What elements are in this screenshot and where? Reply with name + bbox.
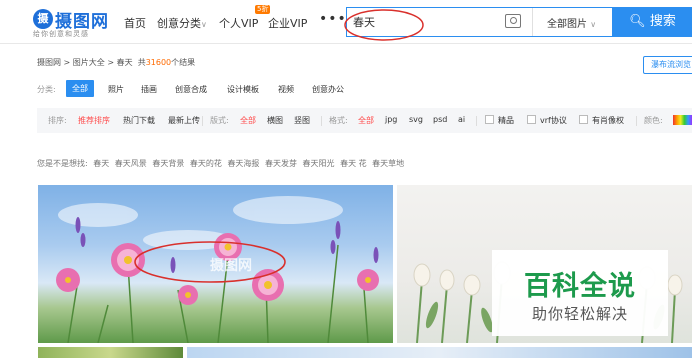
overlay-title: 百科全说 bbox=[524, 271, 636, 302]
result-prefix: 共 bbox=[137, 58, 146, 67]
breadcrumb-home[interactable]: 摄图网 bbox=[37, 58, 61, 67]
search-bar: 全部图片 ∨ 🔍︎ 搜索 bbox=[346, 7, 692, 37]
logo-slogan: 给你创意和灵感 bbox=[33, 30, 89, 38]
category-label: 分类: bbox=[37, 85, 56, 94]
category-template[interactable]: 设计模板 bbox=[227, 84, 259, 95]
search-divider bbox=[532, 8, 533, 36]
search-scope-label: 全部图片 bbox=[547, 19, 587, 30]
divider bbox=[476, 116, 477, 126]
chevron-down-icon: ∨ bbox=[201, 20, 207, 29]
sort-newest[interactable]: 最新上传 bbox=[168, 115, 200, 126]
related-item[interactable]: 春天发芽 bbox=[265, 159, 297, 168]
category-photo[interactable]: 照片 bbox=[108, 84, 124, 95]
baike-watermark-overlay: 百科全说 助你轻松解决 bbox=[492, 250, 668, 336]
more-menu-icon[interactable]: ••• bbox=[319, 11, 347, 27]
format-ai[interactable]: ai bbox=[458, 115, 465, 124]
result-suffix: 个结果 bbox=[171, 58, 196, 67]
site-logo[interactable]: 摄 摄图网 给你创意和灵感 bbox=[33, 7, 113, 38]
search-button[interactable]: 🔍︎ 搜索 bbox=[612, 7, 692, 37]
layout-vertical[interactable]: 竖图 bbox=[294, 115, 310, 126]
related-searches: 您是不是想找: 春天 春天风景 春天背景 春天的花 春天海报 春天发芽 春天阳光… bbox=[37, 158, 407, 169]
sort-label: 排序: bbox=[48, 116, 67, 125]
result-image-cosmos[interactable]: 摄图网 bbox=[38, 185, 393, 343]
camera-icon[interactable] bbox=[505, 14, 521, 28]
category-composite[interactable]: 创意合成 bbox=[175, 84, 207, 95]
color-label: 颜色: bbox=[644, 116, 663, 125]
search-input[interactable] bbox=[353, 13, 503, 31]
layout-horizontal[interactable]: 横图 bbox=[267, 115, 283, 126]
image-watermark: 摄图网 bbox=[210, 258, 252, 274]
category-video[interactable]: 视频 bbox=[278, 84, 294, 95]
nav-personal-vip[interactable]: 个人VIP bbox=[219, 15, 258, 31]
portrait-checkbox[interactable] bbox=[579, 115, 588, 124]
search-icon: 🔍︎ bbox=[629, 14, 646, 29]
format-psd[interactable]: psd bbox=[433, 115, 447, 124]
result-image-sky[interactable] bbox=[187, 347, 692, 358]
vrf-checkbox[interactable] bbox=[527, 115, 536, 124]
color-picker[interactable] bbox=[673, 115, 692, 125]
nav-categories-label: 创意分类 bbox=[157, 17, 201, 30]
related-item[interactable]: 春天 花 bbox=[340, 159, 367, 168]
discount-badge: 5折 bbox=[255, 5, 271, 14]
vrf-label[interactable]: vrf协议 bbox=[540, 115, 567, 126]
related-item[interactable]: 春天风景 bbox=[115, 159, 147, 168]
format-label: 格式: bbox=[329, 116, 348, 125]
category-office[interactable]: 创意办公 bbox=[312, 84, 344, 95]
premium-label[interactable]: 精品 bbox=[498, 115, 514, 126]
result-count: 31600 bbox=[145, 58, 172, 67]
related-item[interactable]: 春天的花 bbox=[190, 159, 222, 168]
category-all[interactable]: 全部 bbox=[66, 80, 94, 97]
result-image-grass[interactable] bbox=[38, 347, 183, 358]
layout-label: 版式: bbox=[210, 116, 229, 125]
breadcrumb-current: 春天 bbox=[116, 58, 133, 67]
breadcrumb: 摄图网 > 图片大全 > 春天 共31600个结果 bbox=[37, 58, 196, 67]
sort-popular[interactable]: 热门下载 bbox=[123, 115, 155, 126]
logo-icon: 摄 bbox=[33, 9, 53, 29]
top-header: 摄 摄图网 给你创意和灵感 首页 创意分类∨ 个人VIP 5折 企业VIP ••… bbox=[0, 0, 692, 44]
format-svg[interactable]: svg bbox=[409, 115, 423, 124]
breadcrumb-gallery[interactable]: 图片大全 bbox=[73, 58, 105, 67]
filter-bar: 排序: 推荐排序 热门下载 最新上传 版式: 全部 横图 竖图 格式: 全部 j… bbox=[37, 108, 692, 133]
layout-all[interactable]: 全部 bbox=[240, 115, 256, 126]
chevron-down-icon: ∨ bbox=[590, 20, 597, 29]
search-button-label: 搜索 bbox=[649, 14, 676, 29]
related-item[interactable]: 春天 bbox=[93, 159, 109, 168]
related-item[interactable]: 春天背景 bbox=[152, 159, 184, 168]
page: 摄 摄图网 给你创意和灵感 首页 创意分类∨ 个人VIP 5折 企业VIP ••… bbox=[0, 0, 692, 358]
divider bbox=[321, 116, 322, 126]
nav-categories[interactable]: 创意分类∨ bbox=[157, 15, 207, 31]
format-all[interactable]: 全部 bbox=[358, 115, 374, 126]
divider bbox=[636, 116, 637, 126]
category-illustration[interactable]: 插画 bbox=[141, 84, 157, 95]
related-label: 您是不是想找: bbox=[37, 159, 88, 168]
divider bbox=[202, 116, 203, 126]
nav-enterprise-vip[interactable]: 企业VIP bbox=[268, 15, 307, 31]
related-item[interactable]: 春天阳光 bbox=[303, 159, 335, 168]
waterfall-view-button[interactable]: 瀑布流浏览 bbox=[643, 56, 692, 74]
overlay-subtitle: 助你轻松解决 bbox=[531, 305, 628, 323]
nav-home[interactable]: 首页 bbox=[124, 15, 146, 31]
related-item[interactable]: 春天海报 bbox=[227, 159, 259, 168]
portrait-label[interactable]: 有肖像权 bbox=[592, 115, 624, 126]
related-item[interactable]: 春天草地 bbox=[372, 159, 404, 168]
search-scope-select[interactable]: 全部图片 ∨ bbox=[547, 15, 596, 30]
premium-checkbox[interactable] bbox=[485, 115, 494, 124]
format-jpg[interactable]: jpg bbox=[385, 115, 397, 124]
sort-recommended[interactable]: 推荐排序 bbox=[78, 115, 110, 126]
